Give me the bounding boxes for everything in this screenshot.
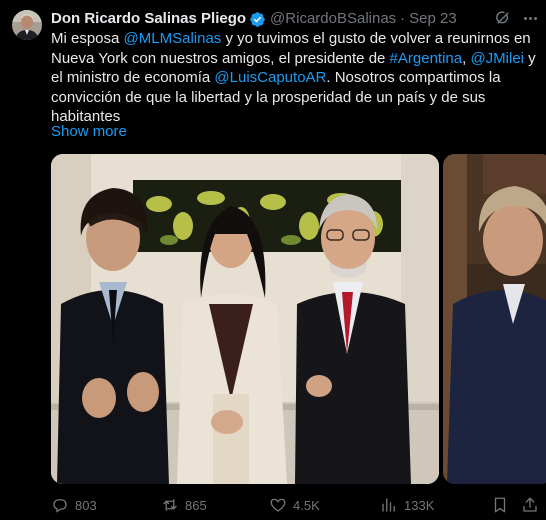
- media-gallery: [51, 154, 546, 484]
- mention-link[interactable]: @MLMSalinas: [124, 30, 222, 47]
- views-icon: [380, 496, 398, 514]
- reply-icon: [51, 496, 69, 514]
- reply-button[interactable]: 803: [51, 494, 97, 516]
- mention-link[interactable]: @JMilei: [470, 50, 524, 67]
- handle[interactable]: @RicardoBSalinas: [270, 9, 396, 29]
- grok-icon[interactable]: [494, 9, 512, 27]
- hashtag-link[interactable]: #Argentina: [390, 50, 463, 67]
- more-icon[interactable]: [520, 9, 540, 27]
- verified-badge-icon: [249, 11, 266, 28]
- separator: ·: [400, 10, 406, 27]
- reply-count: 803: [75, 497, 97, 513]
- repost-button[interactable]: 865: [161, 494, 207, 516]
- tweet-header: Don Ricardo Salinas Pliego @RicardoBSali…: [51, 9, 457, 29]
- group-photo[interactable]: [51, 154, 439, 484]
- repost-icon: [161, 496, 179, 514]
- mention-link[interactable]: @LuisCaputoAR: [214, 69, 326, 86]
- avatar[interactable]: [12, 10, 42, 40]
- bookmark-button[interactable]: [491, 494, 509, 516]
- repost-count: 865: [185, 497, 207, 513]
- partial-photo[interactable]: [443, 154, 546, 484]
- bookmark-icon: [491, 496, 509, 514]
- tweet-actions: 803 865 4.5K 133K: [51, 494, 541, 516]
- tweet-text: Mi esposa @MLMSalinas y yo tuvimos el gu…: [51, 29, 539, 127]
- timestamp[interactable]: Sep 23: [409, 9, 457, 29]
- show-more-link[interactable]: Show more: [51, 122, 127, 142]
- share-icon: [521, 496, 539, 514]
- share-button[interactable]: [521, 494, 539, 516]
- tweet[interactable]: Don Ricardo Salinas Pliego @RicardoBSali…: [0, 0, 546, 520]
- like-icon: [269, 496, 287, 514]
- views-count: 133K: [404, 497, 435, 513]
- display-name[interactable]: Don Ricardo Salinas Pliego: [51, 9, 246, 29]
- tweet-text-segment: Mi esposa: [51, 30, 124, 47]
- like-button[interactable]: 4.5K: [269, 494, 320, 516]
- like-count: 4.5K: [293, 497, 320, 513]
- views-button[interactable]: 133K: [380, 494, 434, 516]
